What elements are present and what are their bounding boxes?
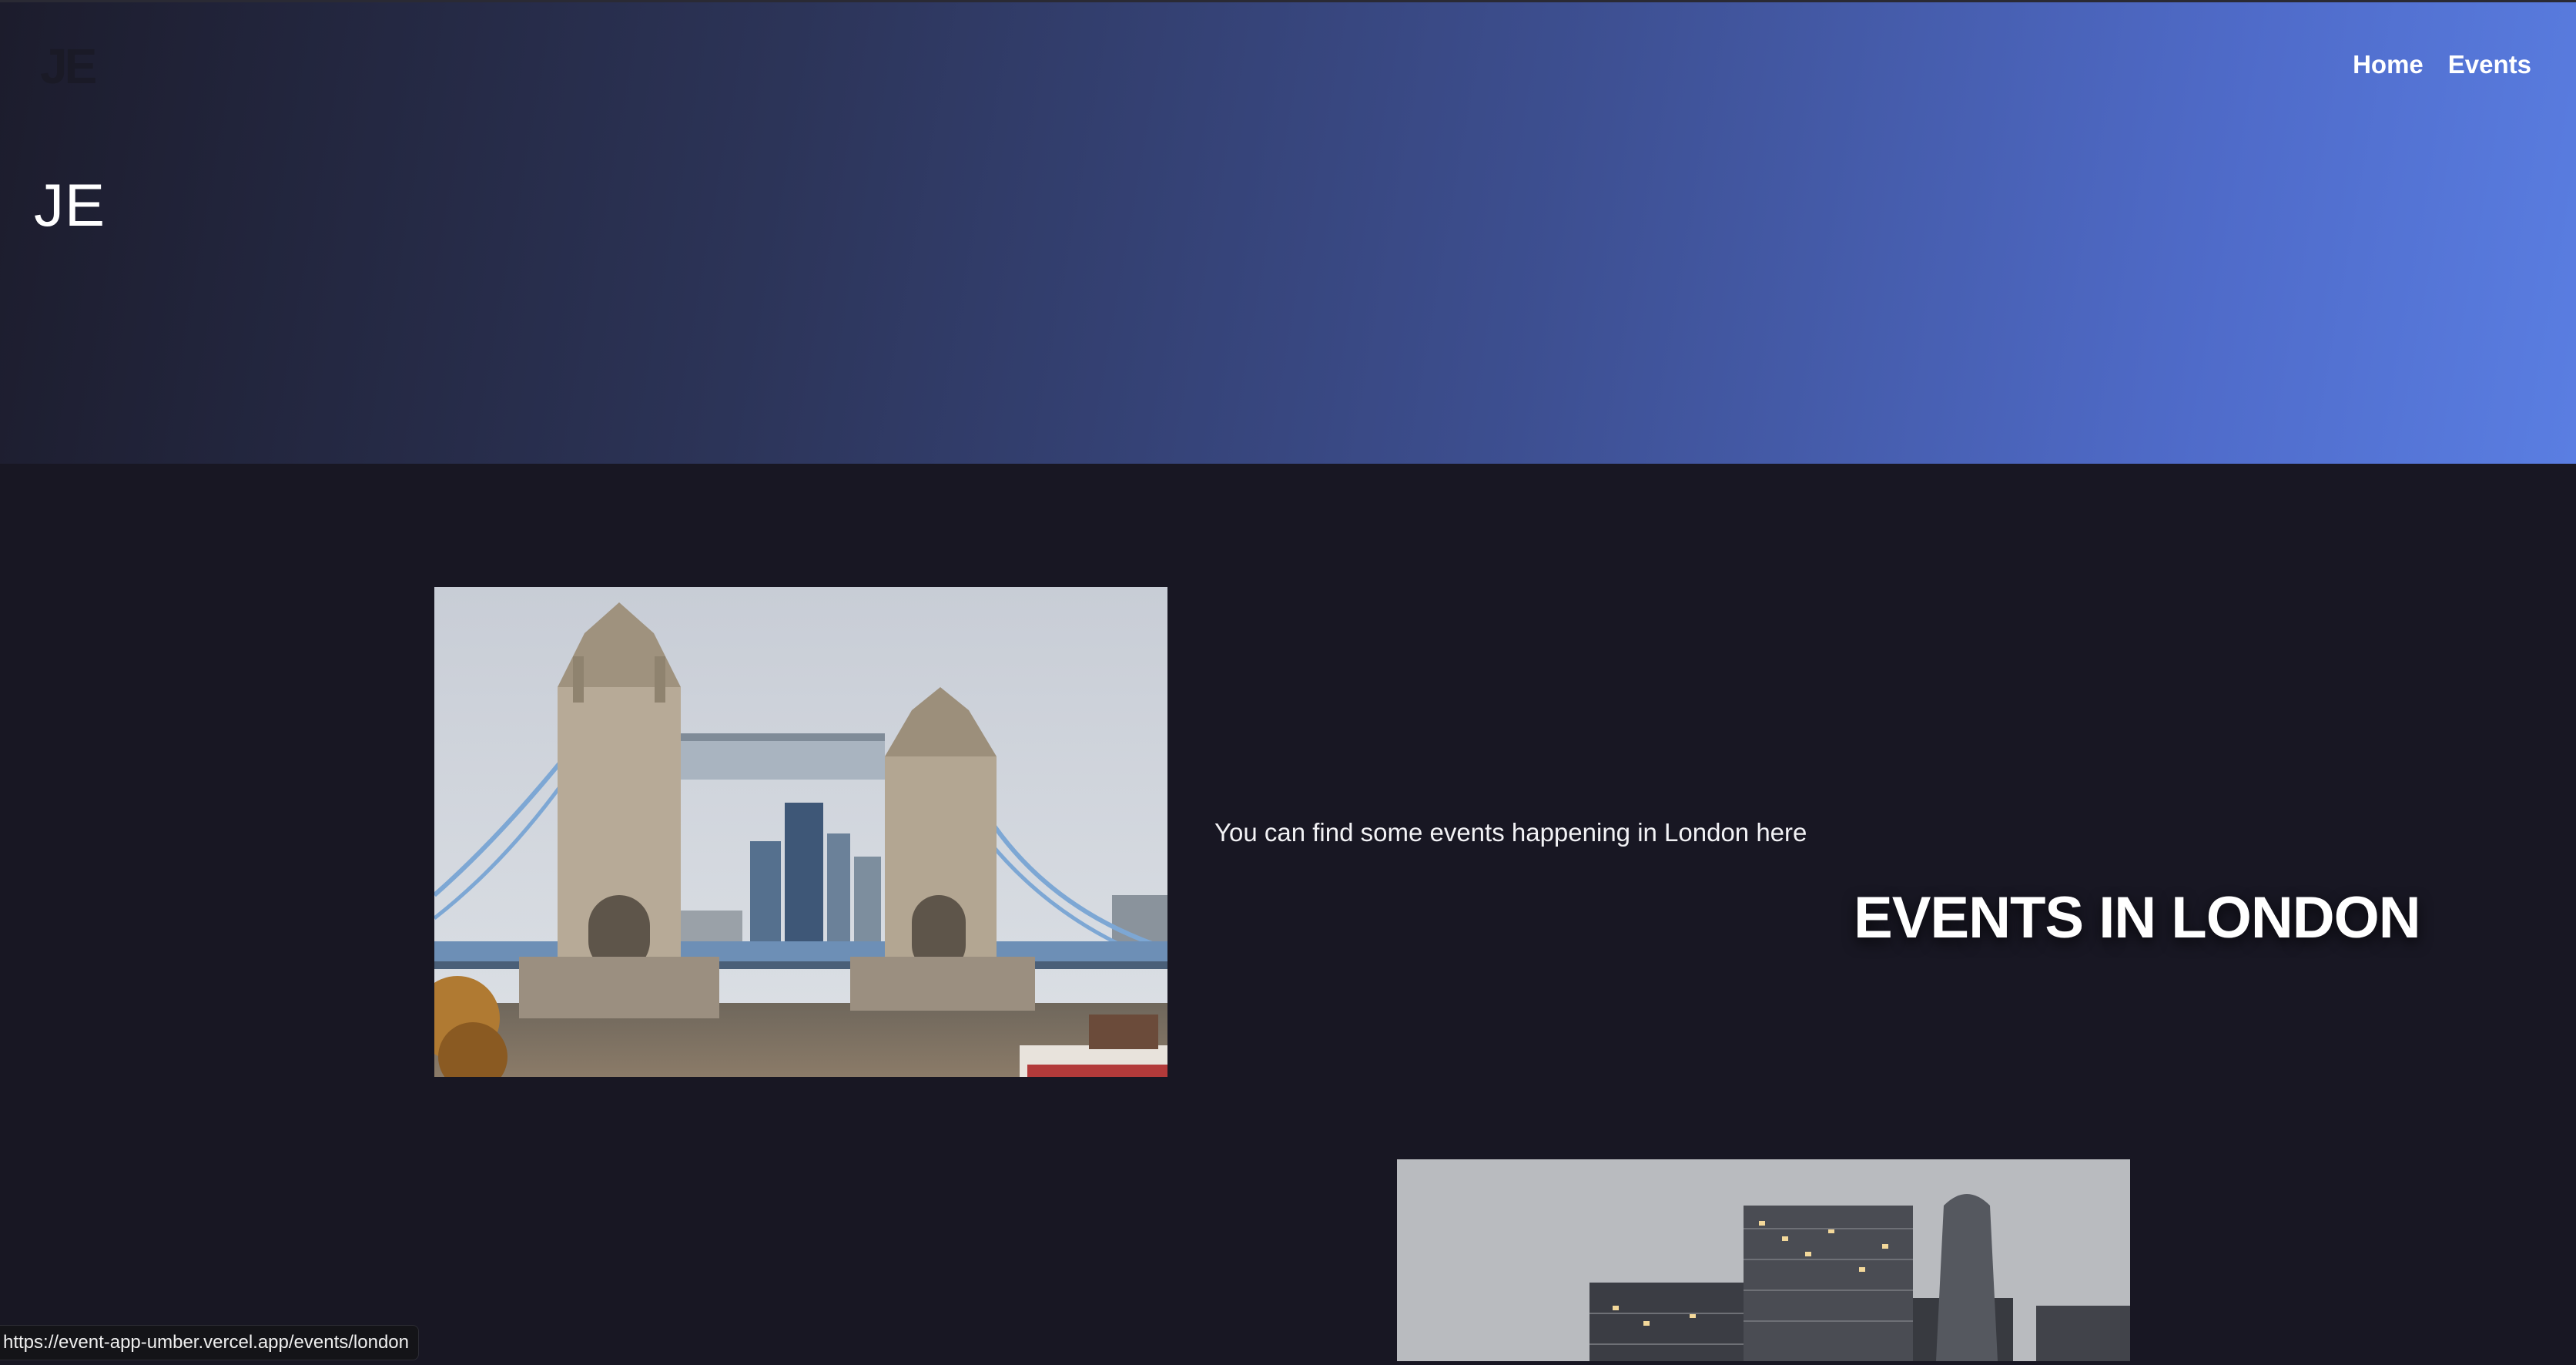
nav-home-link[interactable]: Home — [2353, 50, 2424, 79]
next-event-image[interactable] — [1397, 1159, 2130, 1361]
logo-icon[interactable]: JE — [40, 38, 117, 94]
page: JE JE Home Events You can find some even… — [0, 0, 2576, 1365]
status-bar-url: https://event-app-umber.vercel.app/event… — [0, 1325, 419, 1360]
hero-header: JE JE Home Events — [0, 0, 2576, 464]
event-title[interactable]: EVENTS IN LONDON — [1854, 884, 2421, 951]
event-image[interactable] — [434, 587, 1167, 1077]
event-description: You can find some events happening in Lo… — [1214, 818, 1807, 847]
top-nav: Home Events — [2353, 50, 2531, 79]
brand-title: JE — [34, 171, 106, 239]
nav-events-link[interactable]: Events — [2448, 50, 2531, 79]
